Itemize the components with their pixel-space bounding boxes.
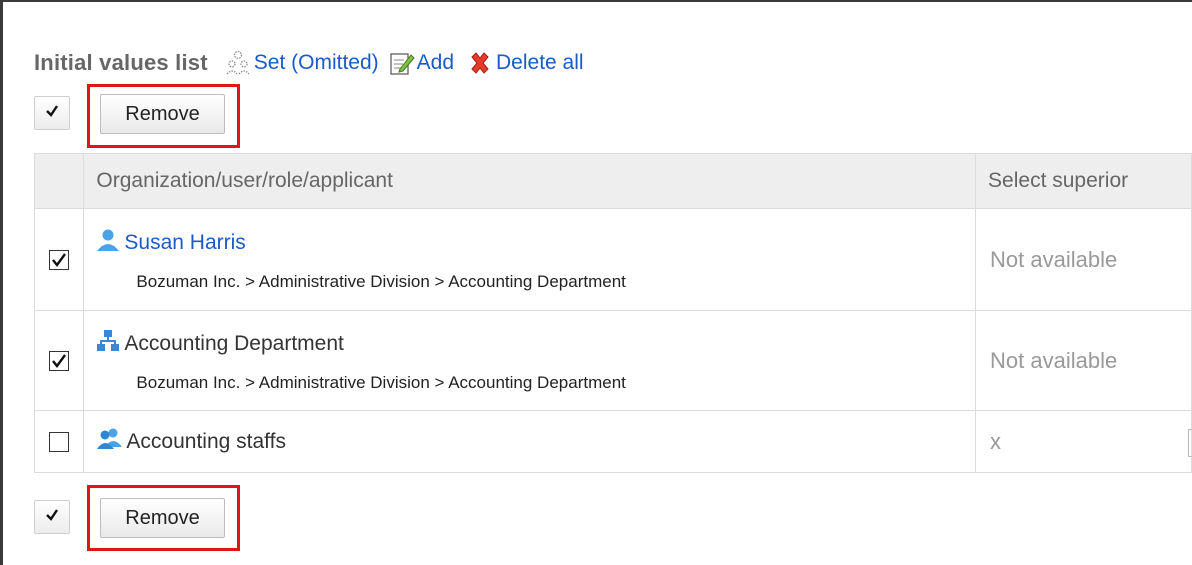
bottom-toolbar	[34, 500, 70, 534]
row-checkbox-cell	[33, 208, 85, 311]
row-checkbox-cell	[33, 310, 85, 411]
row-superior-cell: Not available	[975, 208, 1192, 311]
row-superior-cell: Not available	[975, 310, 1192, 411]
set-link[interactable]: Set (Omitted)	[226, 50, 379, 76]
check-all-button[interactable]	[34, 500, 70, 534]
header-checkbox-cell	[33, 153, 85, 209]
edit-icon	[389, 50, 415, 76]
row-checkbox[interactable]	[49, 249, 70, 270]
delete-all-link[interactable]: Delete all	[468, 51, 584, 75]
checkmark-icon	[45, 104, 59, 123]
delete-all-label: Delete all	[496, 51, 584, 74]
row-name-cell: Accounting Department Bozuman Inc. > Adm…	[83, 310, 977, 411]
header-superior: Select superior	[975, 153, 1192, 209]
superior-value: Not available	[990, 246, 1118, 272]
row-checkbox[interactable]	[49, 350, 70, 371]
add-link-label: Add	[416, 51, 455, 74]
superior-value: x	[990, 428, 1002, 454]
row-checkbox[interactable]	[49, 431, 70, 452]
user-link[interactable]: Susan Harris	[124, 231, 245, 255]
role-icon	[96, 427, 124, 457]
header-name: Organization/user/role/applicant	[83, 153, 977, 209]
superior-value: Not available	[990, 347, 1118, 373]
user-icon	[96, 228, 120, 258]
page-title: Initial values list	[34, 50, 208, 75]
delete-x-icon	[468, 51, 492, 75]
add-link[interactable]: Add	[389, 50, 454, 76]
org-name: Accounting Department	[124, 331, 344, 355]
role-name: Accounting staffs	[126, 429, 286, 453]
top-toolbar	[34, 96, 70, 130]
row-superior-cell: x	[975, 410, 1192, 473]
list-header: Initial values list Set (Omitted) Add De…	[34, 50, 584, 76]
set-link-label: Set (Omitted)	[253, 51, 379, 74]
remove-button[interactable]: Remove	[100, 94, 225, 134]
row-name-cell: Accounting staffs	[83, 410, 977, 473]
table-row: Accounting Department Bozuman Inc. > Adm…	[33, 310, 1192, 411]
org-path: Bozuman Inc. > Administrative Division >…	[136, 372, 626, 392]
row-name-cell: Susan Harris Bozuman Inc. > Administrati…	[83, 208, 977, 311]
checkmark-icon	[45, 508, 59, 527]
initial-values-table: Organization/user/role/applicant Select …	[33, 153, 1192, 473]
remove-button[interactable]: Remove	[100, 498, 225, 538]
check-all-button[interactable]	[34, 96, 70, 130]
table-header-row: Organization/user/role/applicant Select …	[33, 153, 1192, 209]
table-row: Accounting staffs x	[33, 410, 1192, 473]
organization-icon	[96, 329, 120, 359]
row-checkbox-cell	[33, 410, 85, 473]
users-dotted-icon	[226, 50, 250, 76]
org-path: Bozuman Inc. > Administrative Division >…	[136, 271, 626, 291]
cutoff-field-edge	[1188, 429, 1192, 457]
table-row: Susan Harris Bozuman Inc. > Administrati…	[33, 208, 1192, 311]
